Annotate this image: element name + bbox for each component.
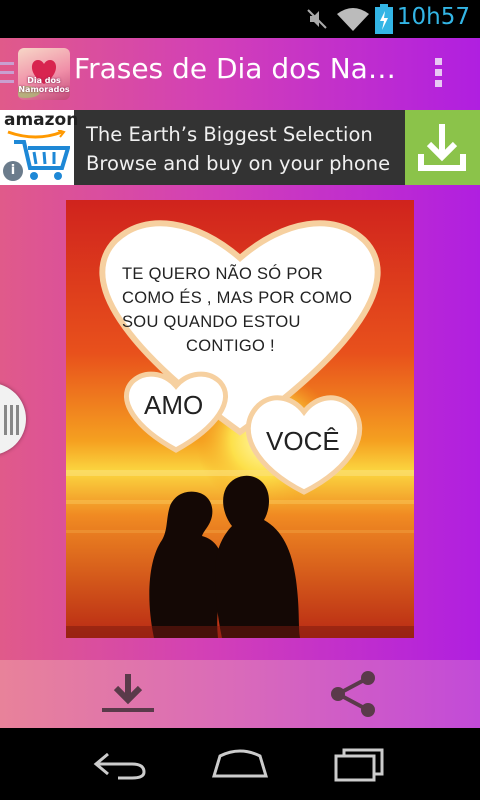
bubble-text-amo: AMO xyxy=(144,390,204,420)
drawer-handle[interactable] xyxy=(0,383,26,455)
ad-banner[interactable]: amazon i The Earth’s Biggest Selection B… xyxy=(0,110,480,185)
quote-line-1: TE QUERO NÃO SÓ POR xyxy=(122,265,323,283)
share-button[interactable] xyxy=(326,668,380,720)
drawer-menu-icon[interactable] xyxy=(0,62,14,89)
app-title: Frases de Dia dos Na… xyxy=(74,52,396,85)
quote-line-4: CONTIGO ! xyxy=(186,337,275,355)
share-icon xyxy=(331,671,375,717)
quote-line-3: SOU QUANDO ESTOU xyxy=(122,313,301,331)
ad-download-button[interactable] xyxy=(405,110,480,185)
home-icon[interactable] xyxy=(212,748,268,778)
app-content: Dia dos Namorados Frases de Dia dos Na… … xyxy=(0,38,480,728)
quote-text: TE QUERO NÃO SÓ POR COMO ÉS , MAS POR CO… xyxy=(122,262,382,358)
ad-line-2: Browse and buy on your phone xyxy=(86,152,391,175)
back-icon[interactable] xyxy=(92,750,148,780)
download-icon xyxy=(418,124,466,171)
recents-icon[interactable] xyxy=(334,748,388,782)
quote-line-2: COMO ÉS , MAS POR COMO xyxy=(122,289,353,307)
overflow-menu-icon[interactable] xyxy=(428,58,448,94)
bottom-action-bar xyxy=(0,660,480,728)
mute-icon xyxy=(307,9,327,29)
bubble-text-voce: VOCÊ xyxy=(266,426,340,456)
phrase-image[interactable]: TE QUERO NÃO SÓ POR COMO ÉS , MAS POR CO… xyxy=(66,200,414,638)
ad-text: The Earth’s Biggest Selection Browse and… xyxy=(86,120,390,178)
info-icon[interactable]: i xyxy=(3,161,23,181)
app-icon-text: Dia dos Namorados xyxy=(18,76,70,94)
status-bar: 10h57 xyxy=(0,0,480,38)
download-icon xyxy=(102,674,154,712)
battery-charging-icon xyxy=(375,4,393,34)
wifi-icon xyxy=(337,8,369,31)
ad-line-1: The Earth’s Biggest Selection xyxy=(86,123,373,146)
ad-brand: amazon xyxy=(4,110,79,130)
navigation-bar xyxy=(0,728,480,800)
download-button[interactable] xyxy=(96,668,160,720)
action-bar: Dia dos Namorados Frases de Dia dos Na… xyxy=(0,38,480,110)
amazon-cart-icon xyxy=(14,140,70,180)
amazon-logo[interactable]: amazon i xyxy=(0,110,78,185)
clock: 10h57 xyxy=(396,4,470,30)
app-icon[interactable]: Dia dos Namorados xyxy=(18,48,70,100)
